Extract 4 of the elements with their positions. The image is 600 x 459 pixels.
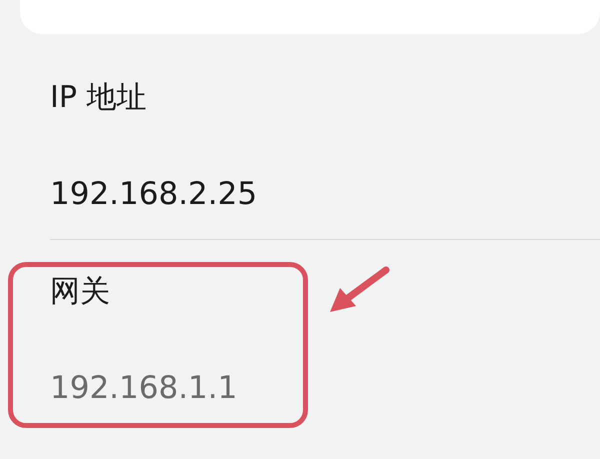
field-value: 192.168.1.1 [50,369,238,408]
field-label: 网关 [50,273,110,311]
field-value: 192.168.2.25 [50,175,258,214]
field-label: IP 地址 [50,79,146,117]
